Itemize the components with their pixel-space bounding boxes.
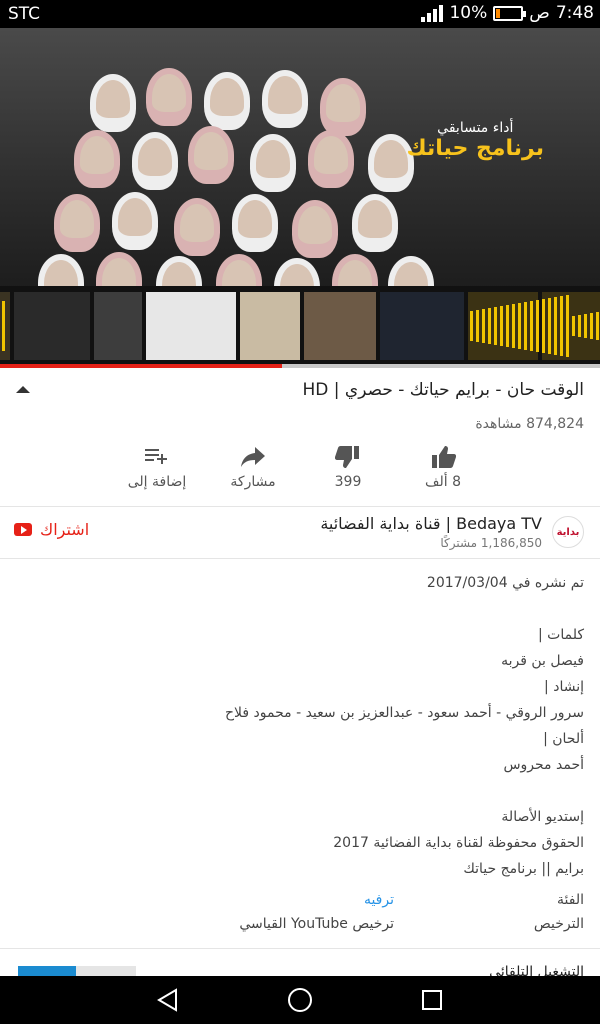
dislike-button[interactable]: 399	[303, 440, 393, 502]
video-player[interactable]: أداء متسابقي برنامج حياتك	[0, 28, 600, 366]
waveform-bar	[524, 302, 527, 350]
waveform-bar	[578, 315, 581, 337]
add-to-label: إضافة إلى	[127, 474, 187, 490]
filmstrip	[0, 286, 600, 366]
description-line: إنشاد |	[544, 679, 584, 695]
license-value: ترخيص YouTube القياسي	[239, 916, 394, 932]
subscribe-label: اشتراك	[40, 520, 90, 539]
description-line: برايم || برنامج حياتك	[463, 861, 584, 877]
action-bar: 8 ألف 399 مشاركة إضافة إلى	[0, 440, 600, 506]
waveform-bar	[584, 314, 587, 338]
waveform-bar	[530, 301, 533, 351]
thumbs-up-icon	[398, 440, 488, 474]
category-link[interactable]: ترفيه	[364, 892, 394, 908]
publish-date: تم نشره في 2017/03/04	[426, 575, 584, 591]
waveform-bar	[2, 301, 5, 351]
autoplay-row: التشغيل التلقائي	[0, 958, 600, 978]
video-description: تم نشره في 2017/03/04 كلمات | فيصل بن قر…	[14, 570, 584, 882]
description-line: إستديو الأصالة	[501, 809, 584, 825]
overlay-title: برنامج حياتك	[406, 136, 544, 161]
battery-icon	[493, 5, 527, 21]
waveform-bar	[590, 313, 593, 339]
waveform-bar	[566, 295, 569, 357]
waveform-bar	[488, 308, 491, 344]
waveform-bar	[506, 305, 509, 347]
share-label: مشاركة	[230, 474, 276, 490]
video-progress-bar[interactable]	[0, 364, 600, 368]
dislike-count: 399	[334, 474, 362, 490]
video-overlay-title: أداء متسابقي برنامج حياتك	[407, 120, 544, 161]
video-progress-fill	[0, 364, 282, 368]
waveform-bar	[554, 297, 557, 355]
waveform-bar	[518, 303, 521, 349]
battery-percent: 10%	[449, 3, 488, 23]
title-row: الوقت حان - برايم حياتك - حصري | HD	[0, 376, 600, 410]
description-line: ألحان |	[543, 731, 584, 747]
waveform-bar	[470, 311, 473, 341]
system-nav-bar	[0, 976, 600, 1024]
back-icon[interactable]	[154, 986, 182, 1014]
home-icon[interactable]	[286, 986, 314, 1014]
video-title: الوقت حان - برايم حياتك - حصري | HD	[302, 380, 584, 400]
waveform-bar	[542, 299, 545, 353]
waveform-bar	[560, 296, 563, 356]
waveform-bar	[494, 307, 497, 345]
youtube-play-icon	[14, 523, 32, 536]
playlist-add-icon	[112, 440, 202, 474]
description-line: سرور الروقي - أحمد سعود - عبدالعزيز بن س…	[225, 705, 584, 721]
waveform-bar	[512, 304, 515, 348]
description-line: الحقوق محفوظة لقناة بداية الفضائية 2017	[333, 835, 584, 851]
waveform-bar	[548, 298, 551, 354]
description-line: فيصل بن قربه	[501, 653, 584, 669]
subscribe-button[interactable]: اشتراك	[14, 520, 89, 539]
channel-row[interactable]: بداية Bedaya TV | قناة بداية الفضائية 1,…	[0, 508, 600, 558]
license-label: الترخيص	[533, 916, 584, 932]
clock: 7:48	[555, 3, 594, 23]
description-line: كلمات |	[537, 627, 584, 643]
carrier-label: STC	[8, 4, 41, 24]
video-meta: الفئة ترفيه الترخيص ترخيص YouTube القياس…	[0, 892, 600, 938]
waveform-bar	[536, 300, 539, 352]
category-label: الفئة	[557, 892, 584, 908]
description-line: أحمد محروس	[503, 757, 584, 773]
divider	[0, 948, 600, 949]
waveform-bar	[482, 309, 485, 343]
add-to-button[interactable]: إضافة إلى	[112, 440, 202, 502]
channel-avatar[interactable]: بداية	[552, 516, 584, 548]
cast-photo	[28, 64, 448, 316]
like-button[interactable]: 8 ألف	[398, 440, 488, 502]
divider	[0, 506, 600, 507]
waveform-bar	[500, 306, 503, 346]
status-right: 10% ص 7:48	[421, 3, 594, 23]
channel-name[interactable]: Bedaya TV | قناة بداية الفضائية	[320, 514, 542, 533]
view-count: 874,824 مشاهدة	[475, 416, 584, 432]
overlay-subtitle: أداء متسابقي	[437, 120, 514, 136]
like-count: 8 ألف	[424, 474, 462, 490]
video-thumbnail: أداء متسابقي برنامج حياتك	[0, 28, 600, 316]
recents-icon[interactable]	[418, 986, 446, 1014]
status-bar: STC 10% ص 7:48	[0, 0, 600, 28]
time-suffix: ص	[529, 3, 550, 23]
share-button[interactable]: مشاركة	[208, 440, 298, 502]
waveform-bar	[596, 312, 599, 340]
thumbs-down-icon	[303, 440, 393, 474]
signal-icon	[421, 4, 444, 22]
waveform-bar	[476, 310, 479, 342]
share-arrow-icon	[208, 440, 298, 474]
subscriber-count: 1,186,850 مشتركًا	[440, 536, 542, 550]
waveform-bar	[572, 316, 575, 336]
collapse-arrow-icon[interactable]	[16, 386, 30, 393]
divider	[0, 558, 600, 559]
description-line	[14, 778, 584, 804]
